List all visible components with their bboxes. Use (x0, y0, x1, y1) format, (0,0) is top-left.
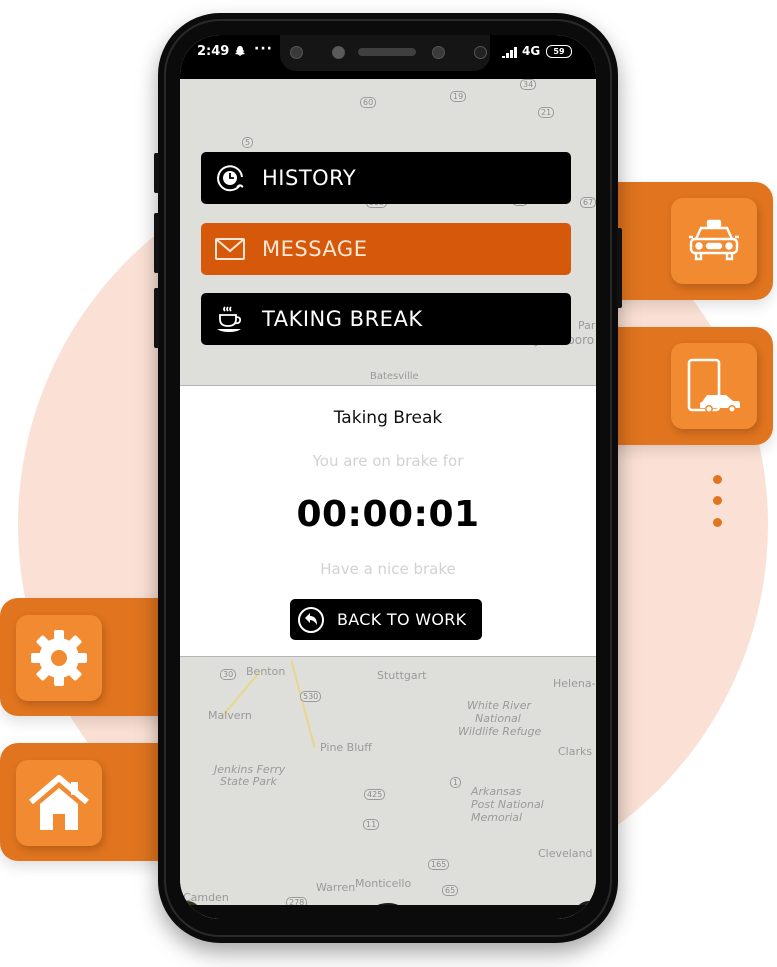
phone-side-button (154, 153, 159, 193)
camera-lens (432, 46, 445, 59)
phone-side-button (154, 288, 159, 348)
map-city-label: Benton (246, 665, 286, 678)
taxi-tile[interactable] (671, 198, 757, 284)
map-city-label: Malvern (208, 709, 252, 722)
map-city-label: Helena- (553, 677, 596, 690)
more-dot (713, 475, 722, 484)
map-route-shield: 165 (428, 859, 450, 870)
camera-lens (290, 46, 303, 59)
back-to-work-label: BACK TO WORK (337, 610, 467, 629)
battery-indicator: 59 (546, 45, 572, 58)
phone-power-button (617, 228, 622, 308)
more-dot (713, 496, 722, 505)
map-city-label: Stuttgart (377, 669, 427, 682)
map-route-shield: 30 (220, 669, 237, 680)
phone-frame: 60 19 34 21 5 395 21 125 67 Jonesboro Ba… (154, 13, 622, 943)
map-city-label: Cleveland (538, 847, 593, 860)
map-city-label: Pine Bluff (320, 741, 372, 754)
settings-tile[interactable] (16, 615, 102, 701)
taking-break-label: TAKING BREAK (262, 307, 423, 331)
home-icon (29, 775, 89, 830)
taxi-car-icon (689, 219, 739, 261)
map-park-label: Post National (471, 798, 544, 811)
map-park-label: Memorial (471, 811, 523, 824)
taking-break-button[interactable]: TAKING BREAK (201, 293, 571, 345)
camera-lens (332, 46, 345, 59)
status-overflow-icon: ··· (254, 41, 273, 57)
message-button[interactable]: MESSAGE (201, 223, 571, 275)
message-label: MESSAGE (262, 237, 368, 261)
phone-car-booking-icon (687, 358, 740, 413)
network-type: 4G (522, 44, 541, 58)
map-park-label: Arkansas (471, 785, 522, 798)
map-route-shield: 19 (450, 91, 467, 102)
break-panel: Taking Break You are on brake for 00:00:… (180, 385, 596, 657)
status-bar: 2:49 ··· 4G 59 (180, 35, 596, 79)
break-title: Taking Break (333, 408, 443, 428)
camera-notch (280, 35, 490, 71)
break-wish: Have a nice brake (320, 560, 456, 578)
envelope-icon (210, 229, 250, 269)
map-park-label: Wildlife Refuge (458, 725, 542, 738)
history-clock-icon (210, 158, 250, 198)
signal-icon (502, 47, 517, 58)
map-park-label: White River (467, 699, 531, 712)
history-button[interactable]: HISTORY (201, 152, 571, 204)
earpiece-speaker (358, 48, 416, 56)
map-route-shield: 530 (300, 691, 322, 702)
map-route-shield: 21 (538, 107, 555, 118)
map-park-label: State Park (220, 775, 277, 788)
map-route-shield: 11 (363, 819, 380, 830)
phone-side-button (154, 213, 159, 273)
map-route-shield: 60 (360, 97, 377, 108)
map-city-label: Monticello (355, 877, 412, 890)
more-dot (713, 518, 722, 527)
map-city-label: Batesville (370, 371, 419, 382)
map-route-shield: 65 (442, 885, 459, 896)
status-time: 2:49 (197, 44, 230, 59)
snapchat-icon (235, 46, 245, 56)
map-route-shield: 425 (364, 789, 386, 800)
map-road (290, 660, 316, 748)
back-to-work-button[interactable]: BACK TO WORK (290, 599, 482, 640)
gear-icon (31, 630, 87, 686)
map-route-shield: 5 (242, 137, 254, 148)
map-city-label: Clarks (558, 745, 593, 758)
map-city-label: Park (578, 319, 596, 332)
back-arrow-icon (298, 606, 324, 633)
map-route-shield: 1 (450, 777, 462, 788)
break-timer: 00:00:01 (296, 494, 480, 535)
coffee-cup-icon (210, 299, 250, 339)
home-tile[interactable] (16, 760, 102, 846)
history-label: HISTORY (262, 166, 357, 190)
break-subtitle: You are on brake for (312, 452, 464, 470)
phone-screen: 60 19 34 21 5 395 21 125 67 Jonesboro Ba… (180, 35, 596, 919)
map-park-label: National (475, 712, 521, 725)
map-route-shield: 34 (520, 79, 537, 90)
booking-tile[interactable] (671, 343, 757, 429)
proximity-sensor (474, 46, 487, 59)
map-city-label: Warren (316, 881, 356, 894)
map-route-shield: 67 (580, 197, 596, 208)
phone-bottom-bezel (180, 905, 596, 919)
